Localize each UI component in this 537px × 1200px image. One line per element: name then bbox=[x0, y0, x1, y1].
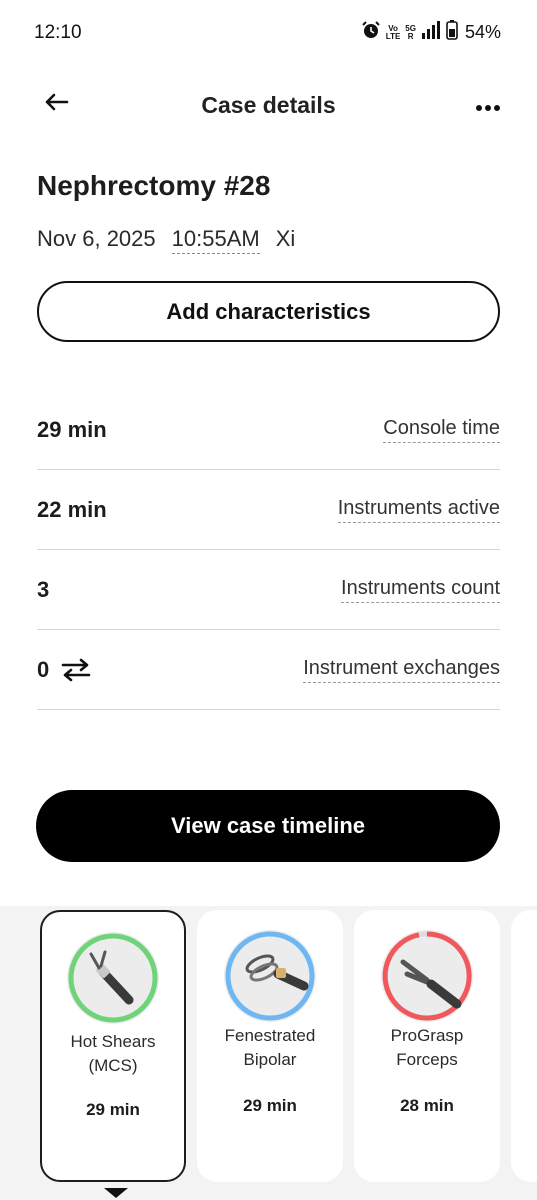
metric-value: 0 bbox=[37, 656, 50, 682]
instrument-ring bbox=[381, 930, 473, 1022]
volte-icon: Vo LTE bbox=[385, 23, 401, 41]
fenestrated-bipolar-icon bbox=[225, 931, 315, 1021]
metric-row-console-time: 29 min Console time bbox=[37, 390, 500, 470]
metrics-list: 29 min Console time 22 min Instruments a… bbox=[37, 390, 500, 710]
instrument-card-prograsp-forceps[interactable]: ProGrasp Forceps 28 min bbox=[354, 910, 500, 1182]
status-icons: Vo LTE 5G R 54% bbox=[361, 20, 501, 45]
metric-label[interactable]: Instruments count bbox=[341, 577, 500, 603]
instruments-carousel[interactable]: Hot Shears (MCS) 29 min Fenestrated Bipo… bbox=[0, 906, 537, 1200]
battery-icon bbox=[446, 20, 458, 45]
more-options-button[interactable] bbox=[471, 96, 505, 120]
instrument-ring bbox=[67, 932, 159, 1024]
metric-value: 22 min bbox=[37, 496, 107, 522]
app-header: Case details bbox=[0, 80, 537, 130]
view-case-timeline-button[interactable]: View case timeline bbox=[36, 790, 500, 862]
case-meta: Nov 6, 2025 10:55AM Xi bbox=[37, 226, 295, 254]
status-bar: 12:10 Vo LTE 5G R 54% bbox=[0, 0, 537, 66]
instrument-duration: 28 min bbox=[400, 1096, 454, 1115]
instrument-duration: 29 min bbox=[243, 1096, 297, 1115]
case-date: Nov 6, 2025 bbox=[37, 226, 156, 251]
more-icon bbox=[476, 105, 500, 111]
metric-value-exchanges: 0 bbox=[37, 657, 91, 683]
signal-icon bbox=[421, 21, 441, 44]
page-title: Case details bbox=[201, 92, 336, 118]
instrument-card-partial[interactable] bbox=[511, 910, 537, 1182]
metric-label[interactable]: Instruments active bbox=[337, 497, 500, 523]
case-system: Xi bbox=[275, 226, 296, 251]
instrument-ring bbox=[224, 930, 316, 1022]
metric-row-instrument-exchanges: 0 Instrument exchanges bbox=[37, 630, 500, 710]
instrument-duration: 29 min bbox=[86, 1100, 140, 1119]
metric-row-instruments-count: 3 Instruments count bbox=[37, 550, 500, 630]
metric-value: 3 bbox=[37, 576, 50, 602]
battery-percentage: 54% bbox=[464, 22, 501, 42]
hot-shears-icon bbox=[68, 933, 158, 1023]
case-name: Nephrectomy #28 bbox=[37, 170, 271, 201]
case-time[interactable]: 10:55AM bbox=[171, 226, 260, 254]
selected-pointer-icon bbox=[104, 1188, 128, 1198]
metric-label[interactable]: Instrument exchanges bbox=[303, 657, 500, 683]
alarm-icon bbox=[361, 20, 381, 45]
instrument-card-hot-shears[interactable]: Hot Shears (MCS) 29 min bbox=[40, 910, 186, 1182]
instrument-name: Fenestrated Bipolar bbox=[224, 1026, 316, 1069]
instrument-name: Hot Shears (MCS) bbox=[70, 1032, 156, 1075]
instrument-card-fenestrated-bipolar[interactable]: Fenestrated Bipolar 29 min bbox=[197, 910, 343, 1182]
status-time: 12:10 bbox=[34, 22, 82, 43]
add-characteristics-button[interactable]: Add characteristics bbox=[37, 281, 500, 342]
metric-label[interactable]: Console time bbox=[383, 417, 500, 443]
prograsp-forceps-icon bbox=[382, 931, 472, 1021]
instrument-name: ProGrasp Forceps bbox=[390, 1026, 464, 1069]
case-details-screen: 12:10 Vo LTE 5G R 54% Case details Nephr… bbox=[0, 0, 537, 1200]
metric-row-instruments-active: 22 min Instruments active bbox=[37, 470, 500, 550]
metric-value: 29 min bbox=[37, 416, 107, 442]
swap-arrows-icon bbox=[61, 658, 91, 681]
network-5g-icon: 5G R bbox=[405, 23, 416, 41]
